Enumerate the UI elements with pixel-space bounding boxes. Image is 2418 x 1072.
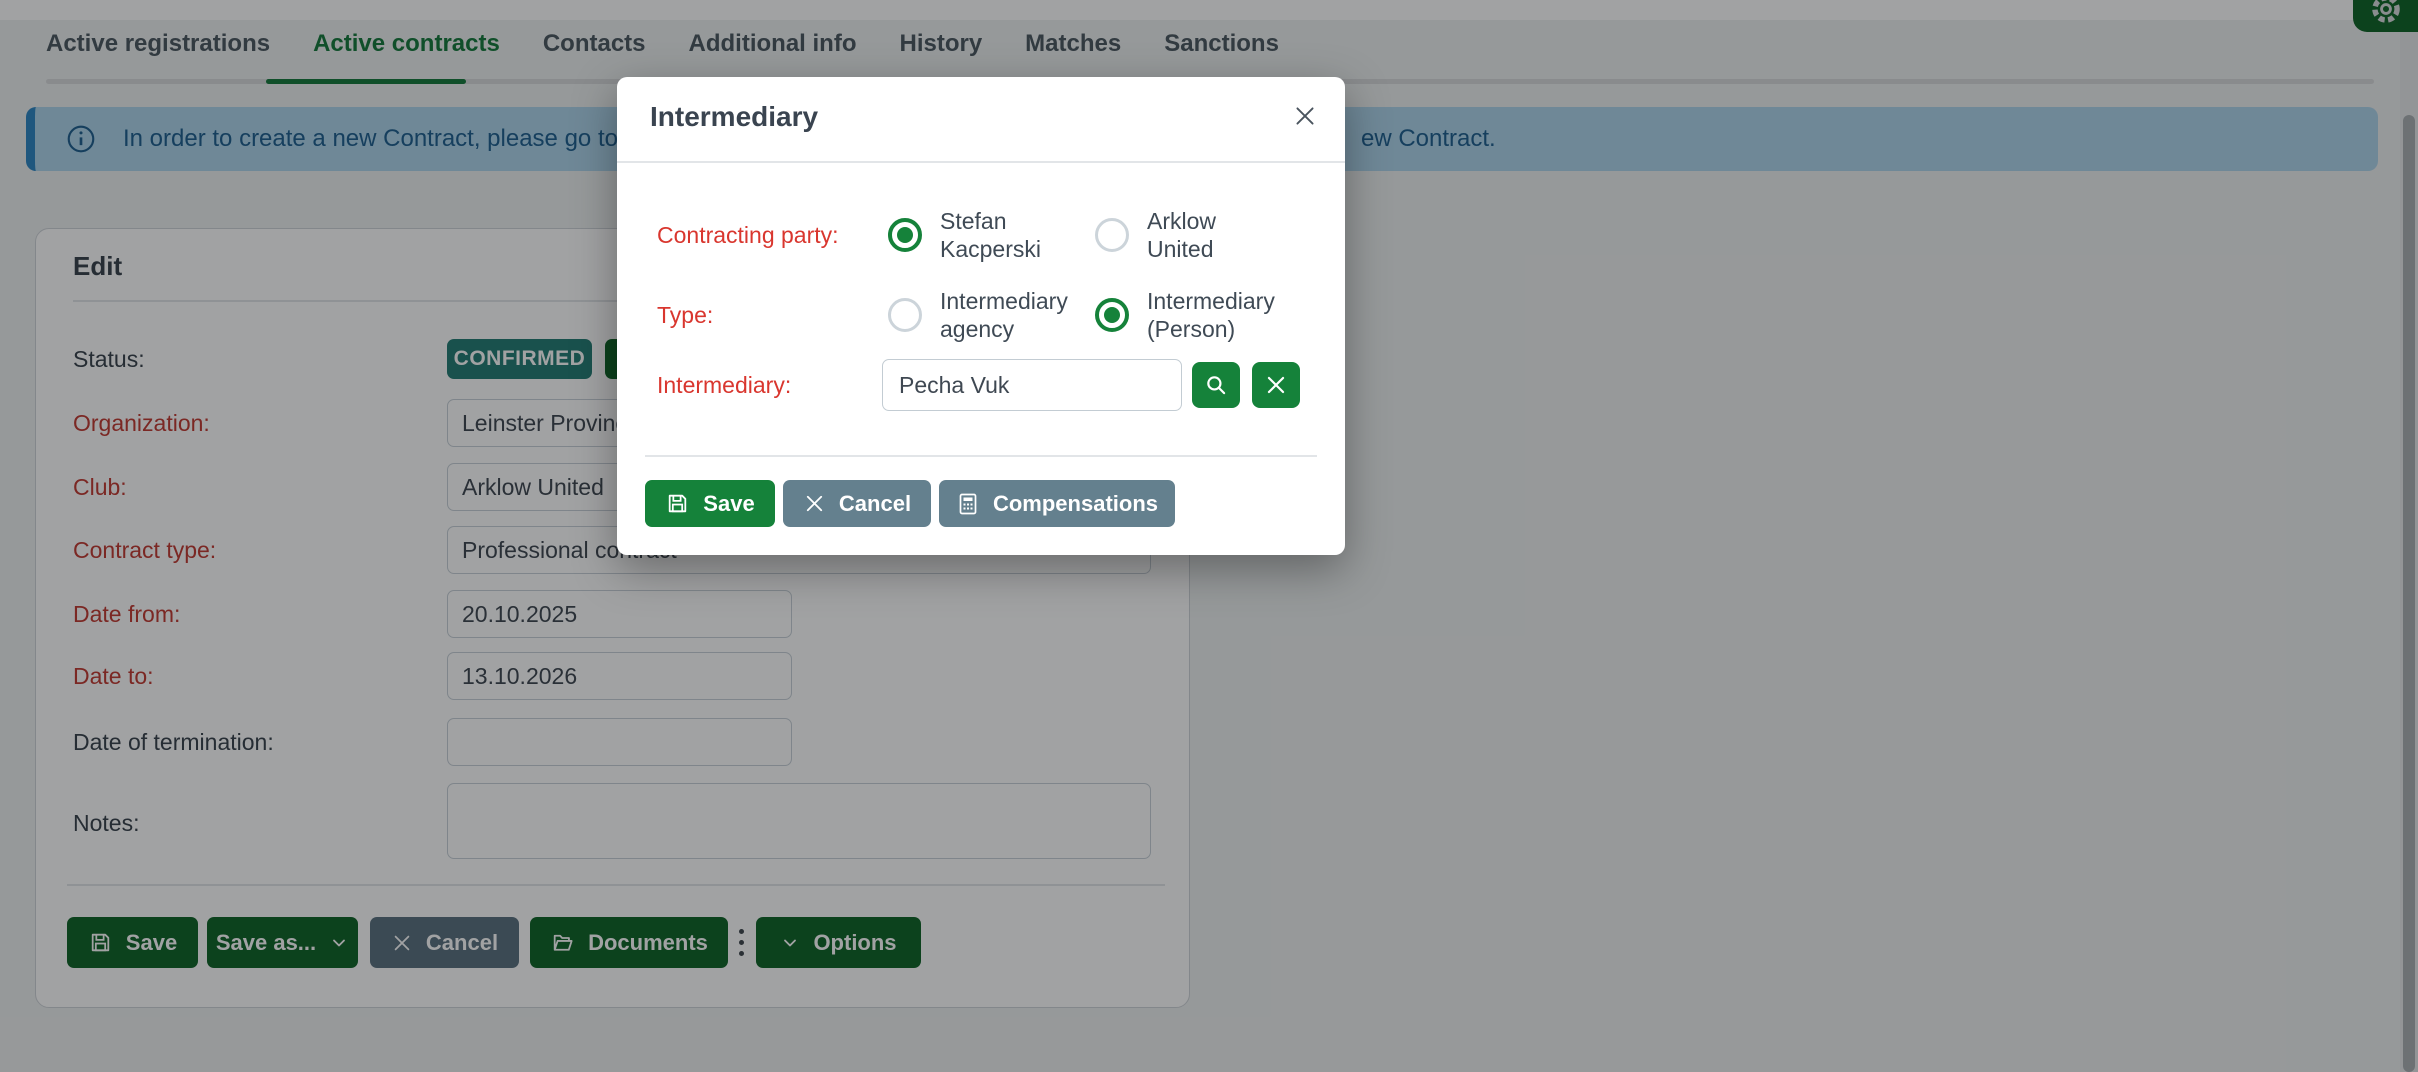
save-icon bbox=[665, 491, 690, 516]
type-label: Type: bbox=[657, 302, 713, 329]
intermediary-input[interactable] bbox=[882, 359, 1182, 411]
modal-title: Intermediary bbox=[650, 101, 818, 133]
intermediary-search-button[interactable] bbox=[1192, 362, 1240, 408]
modal-save-button-label: Save bbox=[703, 491, 754, 517]
radio-stefan-kacperski-label[interactable]: Stefan Kacperski bbox=[940, 207, 1074, 263]
radio-arklow-united[interactable] bbox=[1095, 218, 1129, 252]
compensations-button-label: Compensations bbox=[993, 491, 1158, 517]
radio-intermediary-agency[interactable] bbox=[888, 298, 922, 332]
modal-cancel-button-label: Cancel bbox=[839, 491, 911, 517]
intermediary-clear-button[interactable] bbox=[1252, 362, 1300, 408]
modal-header-divider bbox=[617, 161, 1345, 163]
close-icon bbox=[803, 492, 826, 515]
intermediary-label: Intermediary: bbox=[657, 372, 791, 399]
search-icon bbox=[1203, 372, 1229, 398]
compensations-button[interactable]: Compensations bbox=[939, 480, 1175, 527]
radio-arklow-united-label[interactable]: Arklow United bbox=[1147, 207, 1281, 263]
modal-footer-divider bbox=[645, 455, 1317, 457]
radio-intermediary-agency-label[interactable]: Intermediary agency bbox=[940, 287, 1074, 343]
modal-close-button[interactable] bbox=[1289, 101, 1321, 133]
close-icon bbox=[1263, 372, 1289, 398]
contracting-party-label: Contracting party: bbox=[657, 222, 839, 249]
modal-save-button[interactable]: Save bbox=[645, 480, 775, 527]
calculator-icon bbox=[956, 492, 980, 516]
radio-intermediary-person[interactable] bbox=[1095, 298, 1129, 332]
radio-intermediary-person-label[interactable]: Intermediary (Person) bbox=[1147, 287, 1281, 343]
radio-stefan-kacperski[interactable] bbox=[888, 218, 922, 252]
intermediary-modal: Intermediary Contracting party: Stefan K… bbox=[617, 77, 1345, 555]
modal-cancel-button[interactable]: Cancel bbox=[783, 480, 931, 527]
close-icon bbox=[1291, 102, 1319, 130]
